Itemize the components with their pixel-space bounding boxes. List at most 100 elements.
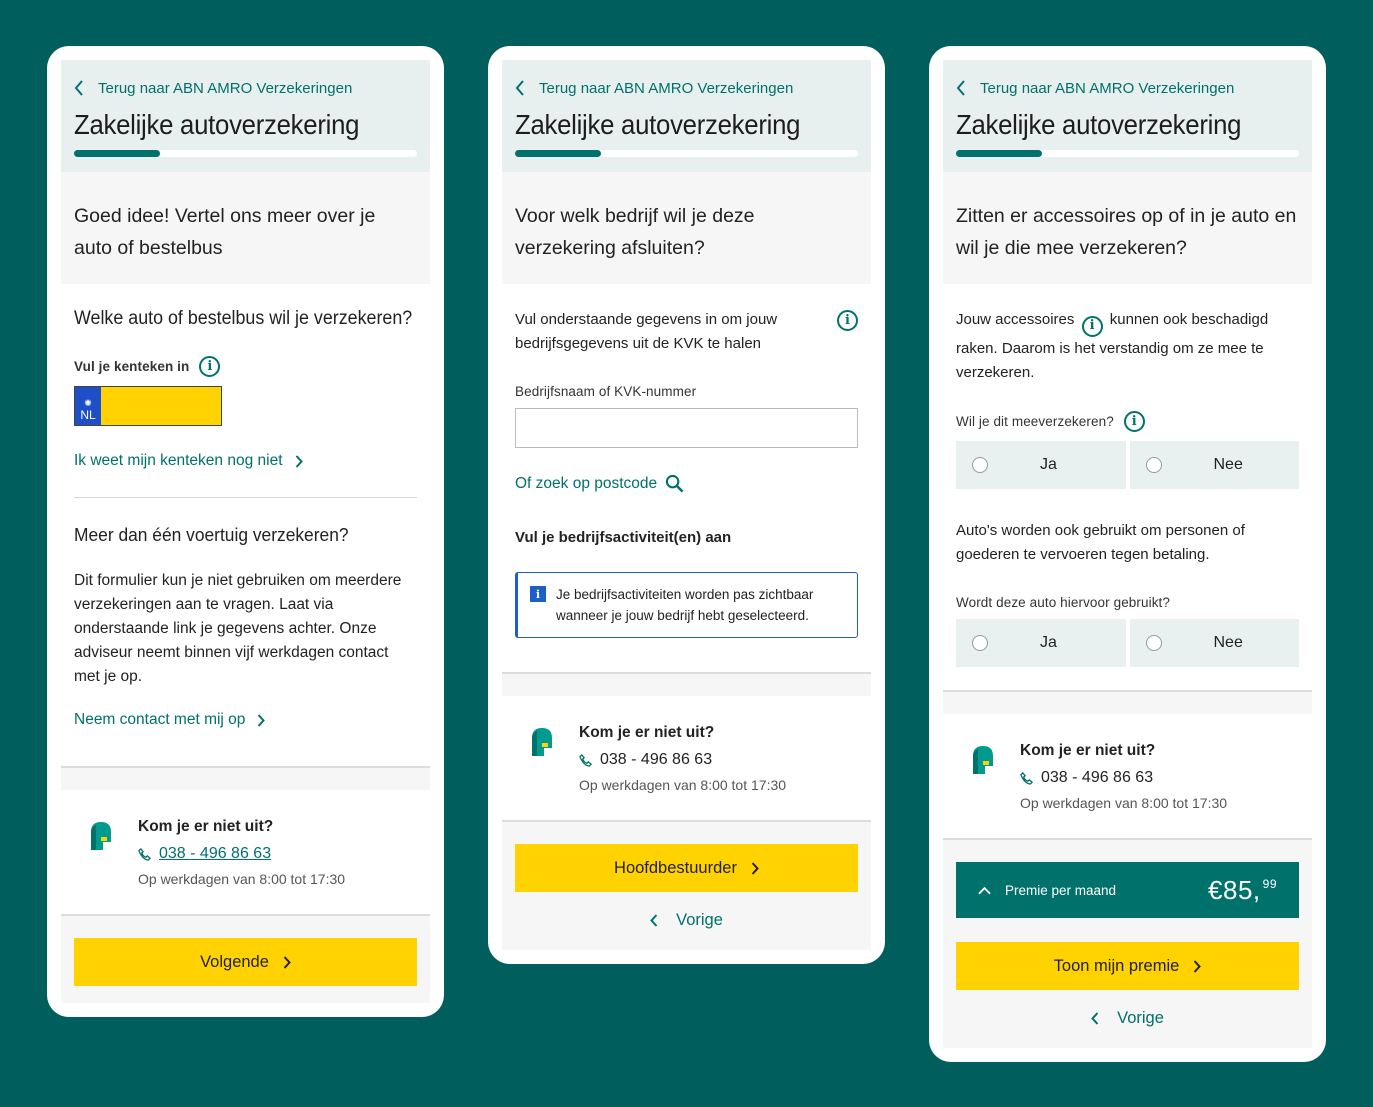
unknown-plate-link[interactable]: Ik weet mijn kenteken nog niet (74, 452, 417, 470)
screen-3: Terug naar ABN AMRO Verzekeringen Zakeli… (943, 60, 1312, 1048)
page-title: Zakelijke autoverzekering (956, 109, 1242, 140)
q1-yes-option[interactable]: Ja (956, 440, 1126, 489)
help-text: Kom je er niet uit? 038 - 496 86 63 Op w… (579, 724, 786, 793)
previous-button-label: Vorige (1117, 1008, 1164, 1027)
q1-no-option[interactable]: Nee (1129, 440, 1299, 489)
company-input[interactable] (515, 408, 858, 448)
next-button[interactable]: Volgende (74, 938, 417, 986)
intro-text: Zitten er accessoires op of in je auto e… (943, 172, 1312, 284)
plate-country: NL (80, 408, 96, 422)
info-icon[interactable]: i (837, 310, 858, 331)
radio-button[interactable] (972, 456, 988, 473)
progress-fill (515, 150, 601, 157)
chevron-right-icon (258, 713, 266, 727)
advisor-icon (91, 822, 111, 850)
yes-label: Ja (1040, 633, 1057, 651)
vehicle-section: Welke auto of bestelbus wil je verzekere… (61, 284, 430, 766)
contact-link-label: Neem contact met mij op (74, 711, 246, 728)
q1-radio-group: Ja Nee (956, 440, 1299, 489)
back-link[interactable]: Terug naar ABN AMRO Verzekeringen (956, 78, 1299, 98)
spacer (943, 690, 1312, 714)
transport-text: Auto's worden ook gebruikt om personen o… (956, 521, 1245, 563)
unknown-plate-link-label: Ik weet mijn kenteken nog niet (74, 452, 283, 469)
intro-text: Goed idee! Vertel ons meer over je auto … (61, 172, 430, 284)
next-button-label: Hoofdbestuurder (614, 858, 737, 877)
postcode-search-label: Of zoek op postcode (515, 474, 658, 492)
q2-no-option[interactable]: Nee (1129, 618, 1299, 667)
help-phone-link[interactable]: 038 - 496 86 63 (579, 751, 786, 769)
screen-1: Terug naar ABN AMRO Verzekeringen Zakeli… (61, 60, 430, 1003)
previous-button[interactable]: Vorige (515, 892, 858, 948)
previous-button[interactable]: Vorige (956, 990, 1299, 1046)
chevron-left-icon (515, 80, 524, 96)
radio-button[interactable] (972, 634, 988, 651)
chevron-left-icon (650, 913, 658, 927)
help-block: Kom je er niet uit? 038 - 496 86 63 Op w… (943, 714, 1312, 838)
footer: Premie per maand € 85, 99 Toon mijn prem… (943, 838, 1312, 1048)
help-phone-number: 038 - 496 86 63 (600, 751, 713, 768)
progress-bar (515, 150, 858, 157)
help-title: Kom je er niet uit? (138, 818, 274, 835)
help-hours: Op werkdagen van 8:00 tot 17:30 (1020, 795, 1228, 811)
postcode-search-link[interactable]: Of zoek op postcode (515, 474, 858, 493)
info-icon[interactable]: i (1123, 410, 1145, 432)
info-icon[interactable]: i (199, 356, 221, 377)
previous-button-label: Vorige (676, 910, 723, 929)
radio-button[interactable] (1145, 634, 1162, 651)
help-hours: Op werkdagen van 8:00 tot 17:30 (138, 871, 346, 887)
header: Terug naar ABN AMRO Verzekeringen Zakeli… (943, 60, 1312, 172)
contact-link[interactable]: Neem contact met mij op (74, 711, 417, 729)
chevron-left-icon (1091, 1011, 1099, 1025)
plate-field[interactable] (101, 387, 221, 425)
help-block: Kom je er niet uit? 038 - 496 86 63 Op w… (61, 790, 430, 914)
kvk-text: Vul onderstaande gegevens in om jouw bed… (515, 311, 778, 352)
screen-2: Terug naar ABN AMRO Verzekeringen Zakeli… (502, 60, 871, 950)
premium-currency: € (1208, 874, 1223, 905)
q2-yes-option[interactable]: Ja (956, 618, 1126, 667)
info-square-icon: i (530, 586, 546, 602)
accessories-text: Jouw accessoires i kunnen ook beschadigd… (956, 308, 1299, 385)
progress-fill (956, 150, 1042, 157)
premium-whole: 85, (1222, 874, 1261, 905)
radio-button[interactable] (1145, 456, 1162, 473)
q1-label: Wil je dit meeverzekeren? (956, 413, 1114, 429)
next-button[interactable]: Toon mijn premie (956, 942, 1299, 990)
back-link[interactable]: Terug naar ABN AMRO Verzekeringen (515, 78, 858, 98)
spacer (61, 766, 430, 790)
chevron-right-icon (1194, 959, 1202, 973)
screen-1-card: Terug naar ABN AMRO Verzekeringen Zakeli… (47, 46, 444, 1017)
help-title: Kom je er niet uit? (1020, 742, 1156, 759)
next-button-label: Toon mijn premie (1053, 956, 1180, 975)
help-phone-link[interactable]: 038 - 496 86 63 (1020, 769, 1227, 787)
activity-notice: i Je bedrijfsactiviteiten worden pas zic… (515, 572, 858, 638)
vehicle-question: Welke auto of bestelbus wil je verzekere… (74, 308, 413, 329)
q1-label-row: Wil je dit meeverzekeren? i (956, 410, 1299, 432)
info-icon[interactable]: i (1081, 315, 1103, 337)
phone-icon (138, 847, 151, 861)
back-link-label: Terug naar ABN AMRO Verzekeringen (98, 79, 353, 97)
activity-label: Vul je bedrijfsactiviteit(en) aan (515, 529, 732, 546)
divider (74, 497, 417, 498)
help-phone-number: 038 - 496 86 63 (159, 845, 272, 862)
yes-label: Ja (1040, 455, 1057, 473)
premium-bar[interactable]: Premie per maand € 85, 99 (956, 862, 1299, 918)
help-title: Kom je er niet uit? (579, 724, 715, 741)
accessories-text-a: Jouw accessoires (956, 311, 1075, 328)
premium-amount: € 85, 99 (1208, 875, 1277, 906)
footer: Hoofdbestuurder Vorige (502, 820, 871, 950)
help-phone-link[interactable]: 038 - 496 86 63 (138, 845, 345, 863)
help-phone-number: 038 - 496 86 63 (1041, 769, 1154, 786)
eu-stars-icon: ✺ (84, 398, 92, 408)
help-text: Kom je er niet uit? 038 - 496 86 63 Op w… (138, 818, 345, 887)
company-section: Vul onderstaande gegevens in om jouw bed… (502, 284, 871, 672)
no-label: Nee (1213, 633, 1243, 651)
intro-text: Voor welk bedrijf wil je deze verzekerin… (502, 172, 871, 284)
page-title: Zakelijke autoverzekering (515, 109, 801, 140)
advisor-icon (973, 746, 993, 774)
license-plate-input[interactable]: ✺ NL (74, 386, 222, 426)
next-button[interactable]: Hoofdbestuurder (515, 844, 858, 892)
back-link[interactable]: Terug naar ABN AMRO Verzekeringen (74, 78, 417, 98)
advisor-icon (532, 728, 552, 756)
next-button-label: Volgende (200, 952, 269, 971)
phone-icon (1020, 771, 1033, 785)
